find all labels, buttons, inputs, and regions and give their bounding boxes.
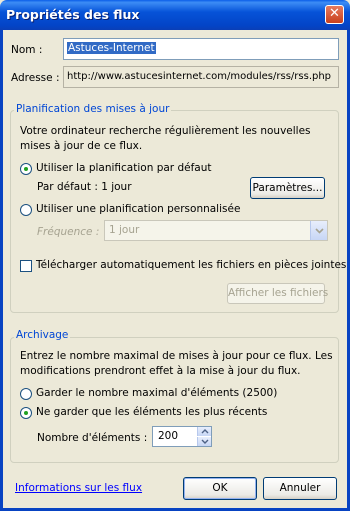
name-label: Nom :: [11, 44, 43, 56]
address-field: http://www.astucesinternet.com/modules/r…: [63, 66, 339, 88]
item-count-value: 200: [158, 430, 179, 442]
default-schedule-label[interactable]: Utiliser la planification par défaut: [36, 162, 211, 174]
recent-items-label[interactable]: Ne garder que les éléments les plus réce…: [36, 406, 267, 418]
default-schedule-radio[interactable]: [20, 163, 32, 175]
feed-info-link[interactable]: Informations sur les flux: [15, 482, 142, 494]
frequency-label: Fréquence :: [37, 226, 100, 238]
max-items-label[interactable]: Garder le nombre maximal d'éléments (250…: [36, 387, 277, 399]
address-value: http://www.astucesinternet.com/modules/r…: [67, 71, 332, 82]
download-attachments-checkbox[interactable]: [20, 260, 32, 272]
settings-button[interactable]: Paramètres...: [250, 177, 325, 199]
default-schedule-text: Par défaut : 1 jour: [37, 181, 132, 193]
frequency-value: 1 jour: [109, 224, 140, 236]
recent-items-radio[interactable]: [20, 407, 32, 419]
archive-legend: Archivage: [14, 329, 71, 341]
custom-schedule-radio[interactable]: [20, 204, 32, 216]
max-items-radio[interactable]: [20, 388, 32, 400]
item-count-label: Nombre d'éléments :: [37, 432, 148, 444]
chevron-down-icon[interactable]: [197, 437, 211, 446]
chevron-down-icon[interactable]: [310, 221, 327, 240]
close-button[interactable]: ✕: [325, 5, 344, 24]
frequency-select[interactable]: 1 jour: [104, 220, 328, 241]
schedule-description: Votre ordinateur recherche régulièrement…: [20, 125, 311, 152]
item-count-stepper[interactable]: 200: [152, 426, 212, 447]
archive-description: Entrez le nombre maximal de mises à jour…: [20, 350, 333, 377]
custom-schedule-label[interactable]: Utiliser une planification personnalisée: [36, 203, 240, 215]
download-attachments-label[interactable]: Télécharger automatiquement les fichiers…: [36, 259, 346, 271]
close-icon: ✕: [329, 6, 340, 21]
cancel-button[interactable]: Annuler: [263, 477, 337, 500]
ok-button[interactable]: OK: [183, 477, 257, 500]
name-input-value: Astuces-Internet: [67, 42, 156, 54]
view-files-button[interactable]: Afficher les fichiers: [227, 283, 328, 304]
window-title: Propriétés des flux: [6, 7, 140, 22]
schedule-legend: Planification des mises à jour: [14, 103, 172, 115]
address-label: Adresse :: [11, 72, 60, 84]
name-input[interactable]: Astuces-Internet: [63, 38, 339, 60]
title-bar: Propriétés des flux ✕: [0, 0, 350, 30]
chevron-up-icon[interactable]: [197, 427, 211, 436]
